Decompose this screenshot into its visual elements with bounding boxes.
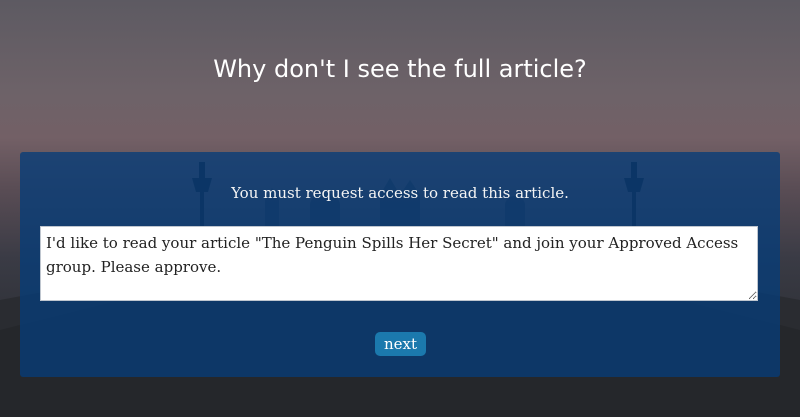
next-button[interactable]: next bbox=[375, 332, 426, 356]
page-title: Why don't I see the full article? bbox=[213, 55, 587, 83]
request-message-field[interactable]: I'd like to read your article "The Pengu… bbox=[40, 226, 758, 301]
access-request-panel: You must request access to read this art… bbox=[20, 152, 780, 377]
access-message: You must request access to read this art… bbox=[231, 184, 569, 202]
